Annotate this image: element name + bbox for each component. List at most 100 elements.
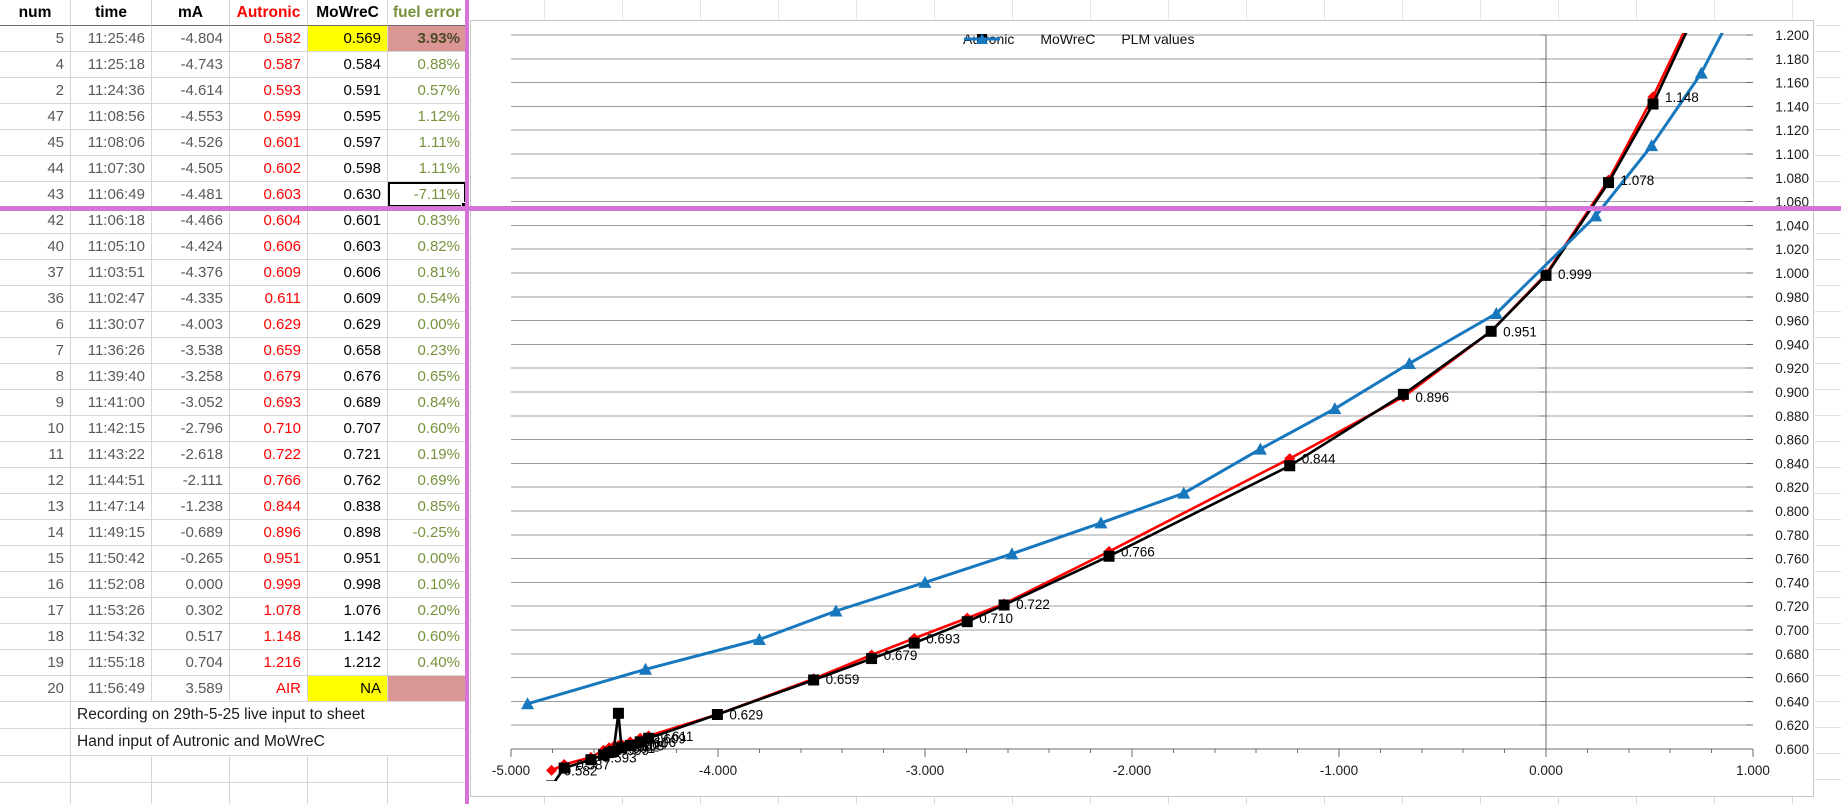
table-cell-ma[interactable]: -0.265 <box>152 546 230 572</box>
table-cell-fuel[interactable]: 0.85% <box>388 494 467 520</box>
table-cell-mowrec[interactable]: 0.762 <box>308 468 388 494</box>
table-cell-time[interactable]: 11:52:08 <box>71 572 152 598</box>
table-cell-ma[interactable]: -0.689 <box>152 520 230 546</box>
table-cell-ma[interactable]: -3.258 <box>152 364 230 390</box>
table-cell-autronic[interactable]: 0.999 <box>230 572 308 598</box>
table-cell-ma[interactable]: -4.003 <box>152 312 230 338</box>
table-cell-num[interactable]: 17 <box>0 598 71 624</box>
table-cell-autronic[interactable]: 0.606 <box>230 234 308 260</box>
table-cell-num[interactable]: 20 <box>0 676 71 702</box>
table-cell-time[interactable]: 11:08:56 <box>71 104 152 130</box>
table-cell-fuel[interactable]: 0.00% <box>388 312 467 338</box>
empty-cell[interactable] <box>388 756 467 783</box>
table-cell-ma[interactable]: -4.526 <box>152 130 230 156</box>
table-cell-fuel[interactable]: 0.10% <box>388 572 467 598</box>
table-cell-ma[interactable]: -4.481 <box>152 182 230 208</box>
table-cell-time[interactable]: 11:25:46 <box>71 26 152 52</box>
table-cell-autronic[interactable]: 0.679 <box>230 364 308 390</box>
table-cell-autronic[interactable]: 0.587 <box>230 52 308 78</box>
table-cell-fuel[interactable]: 0.83% <box>388 208 467 234</box>
table-cell-autronic[interactable]: 1.078 <box>230 598 308 624</box>
table-cell-ma[interactable]: 0.704 <box>152 650 230 676</box>
empty-cell[interactable] <box>308 756 388 783</box>
table-cell-autronic[interactable]: 0.766 <box>230 468 308 494</box>
table-cell-fuel[interactable]: 0.40% <box>388 650 467 676</box>
table-cell-mowrec[interactable]: 0.721 <box>308 442 388 468</box>
table-cell-autronic[interactable]: 1.148 <box>230 624 308 650</box>
empty-cell[interactable] <box>71 756 152 783</box>
fuel-chart[interactable]: 1.2001.1801.1601.1401.1201.1001.0801.060… <box>470 20 1814 797</box>
table-cell-fuel[interactable]: 1.12% <box>388 104 467 130</box>
table-cell-fuel[interactable]: 1.11% <box>388 156 467 182</box>
table-cell-autronic[interactable]: 0.593 <box>230 78 308 104</box>
table-cell-mowrec[interactable]: 0.584 <box>308 52 388 78</box>
table-cell-autronic[interactable]: 0.601 <box>230 130 308 156</box>
table-cell-num[interactable]: 2 <box>0 78 71 104</box>
table-cell-num[interactable]: 15 <box>0 546 71 572</box>
empty-cell[interactable] <box>230 756 308 783</box>
column-header-num[interactable]: num <box>0 0 71 26</box>
table-cell-time[interactable]: 11:24:36 <box>71 78 152 104</box>
column-header-ma[interactable]: mA <box>152 0 230 26</box>
table-cell-time[interactable]: 11:49:15 <box>71 520 152 546</box>
table-cell-autronic[interactable]: 1.216 <box>230 650 308 676</box>
table-cell-num[interactable]: 10 <box>0 416 71 442</box>
table-cell-fuel[interactable]: 0.54% <box>388 286 467 312</box>
empty-cell[interactable] <box>0 702 71 729</box>
table-cell-fuel[interactable]: 0.82% <box>388 234 467 260</box>
table-cell-num[interactable]: 36 <box>0 286 71 312</box>
column-header-fuel[interactable]: fuel error <box>388 0 467 26</box>
table-cell-time[interactable]: 11:47:14 <box>71 494 152 520</box>
table-cell-fuel[interactable]: 0.60% <box>388 416 467 442</box>
table-cell-ma[interactable]: -4.505 <box>152 156 230 182</box>
table-cell-time[interactable]: 11:41:00 <box>71 390 152 416</box>
table-cell-autronic[interactable]: 0.844 <box>230 494 308 520</box>
table-cell-num[interactable]: 11 <box>0 442 71 468</box>
table-cell-num[interactable]: 8 <box>0 364 71 390</box>
table-cell-mowrec[interactable]: 0.898 <box>308 520 388 546</box>
table-cell-time[interactable]: 11:25:18 <box>71 52 152 78</box>
table-cell-mowrec[interactable]: 0.630 <box>308 182 388 208</box>
table-cell-num[interactable]: 7 <box>0 338 71 364</box>
table-cell-num[interactable]: 37 <box>0 260 71 286</box>
table-cell-mowrec[interactable]: 0.606 <box>308 260 388 286</box>
chart-legend[interactable]: AutronicMoWreCPLM values <box>963 31 1194 47</box>
selected-cell[interactable]: -7.11% <box>388 182 467 208</box>
table-cell-fuel[interactable]: 1.11% <box>388 130 467 156</box>
table-cell-mowrec[interactable]: 0.629 <box>308 312 388 338</box>
table-cell-mowrec[interactable]: 0.598 <box>308 156 388 182</box>
table-cell-ma[interactable]: 3.589 <box>152 676 230 702</box>
empty-cell[interactable] <box>0 756 71 783</box>
table-cell-ma[interactable]: -2.796 <box>152 416 230 442</box>
table-cell-ma[interactable]: 0.517 <box>152 624 230 650</box>
table-cell-time[interactable]: 11:08:06 <box>71 130 152 156</box>
table-cell-ma[interactable]: -3.052 <box>152 390 230 416</box>
empty-cell[interactable] <box>0 729 71 756</box>
table-cell-mowrec[interactable]: 0.569 <box>308 26 388 52</box>
table-cell-ma[interactable]: -1.238 <box>152 494 230 520</box>
table-cell-mowrec[interactable]: 0.595 <box>308 104 388 130</box>
table-cell-autronic[interactable]: 0.710 <box>230 416 308 442</box>
table-cell-num[interactable]: 6 <box>0 312 71 338</box>
table-cell-ma[interactable]: -4.553 <box>152 104 230 130</box>
table-cell-autronic[interactable]: 0.603 <box>230 182 308 208</box>
table-cell-autronic[interactable]: 0.582 <box>230 26 308 52</box>
table-cell-num[interactable]: 40 <box>0 234 71 260</box>
data-table[interactable]: numtimemAAutronicMoWreCfuel error511:25:… <box>0 0 467 804</box>
table-cell-ma[interactable]: -4.614 <box>152 78 230 104</box>
table-cell-fuel[interactable]: 0.60% <box>388 624 467 650</box>
table-cell-num[interactable]: 14 <box>0 520 71 546</box>
legend-item-mowrec[interactable]: MoWreC <box>1040 31 1095 47</box>
table-cell-time[interactable]: 11:06:49 <box>71 182 152 208</box>
table-cell-mowrec[interactable]: 1.142 <box>308 624 388 650</box>
table-cell-mowrec[interactable]: 0.689 <box>308 390 388 416</box>
table-cell-time[interactable]: 11:05:10 <box>71 234 152 260</box>
table-cell-fuel[interactable]: 0.57% <box>388 78 467 104</box>
table-cell-num[interactable]: 42 <box>0 208 71 234</box>
table-cell-autronic[interactable]: 0.602 <box>230 156 308 182</box>
table-cell-time[interactable]: 11:36:26 <box>71 338 152 364</box>
table-cell-fuel[interactable]: 0.00% <box>388 546 467 572</box>
table-cell-num[interactable]: 44 <box>0 156 71 182</box>
empty-cell[interactable] <box>152 756 230 783</box>
table-cell-num[interactable]: 16 <box>0 572 71 598</box>
